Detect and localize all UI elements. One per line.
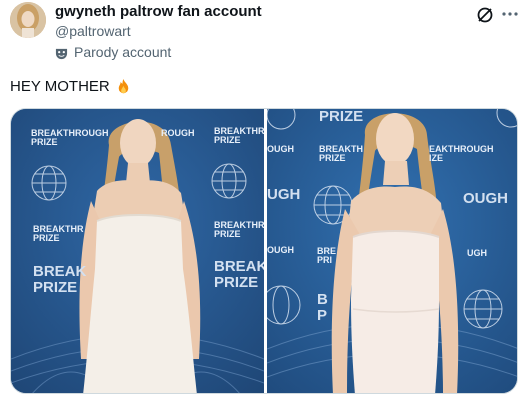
media-grid: BREAKTHROUGH PRIZE ROUGH BREAKTHROU PRIZ… [10,108,518,394]
backdrop-text: BREAK [33,263,87,280]
parody-mask-icon [55,46,68,59]
backdrop-text: PRIZE [319,109,364,125]
backdrop-text: B [317,291,328,308]
author-avatar[interactable] [10,2,46,38]
post-text: HEY MOTHER [10,77,133,97]
backdrop-text: OUGH [267,245,294,255]
parody-label-text: Parody account [74,44,172,60]
backdrop-text: OUGH [267,144,294,154]
photo-right[interactable]: PRIZE OUGH BREAKTH PRIZE EAKTHROUGH IZE … [267,109,517,393]
backdrop-text: PRIZE [33,233,60,243]
backdrop-text: PRIZE [214,274,259,291]
photo-left[interactable]: BREAKTHROUGH PRIZE ROUGH BREAKTHROU PRIZ… [11,109,264,393]
post: gwyneth paltrow fan account @paltrowart … [0,0,526,401]
backdrop-text: PRIZE [214,229,241,239]
backdrop-text: PRIZE [319,153,346,163]
backdrop-text: PRIZE [33,279,78,296]
photo-left-backdrop [11,109,264,393]
backdrop-text: PRIZE [31,137,58,147]
backdrop-text: ROUGH [161,128,195,138]
backdrop-text: PRI [317,255,333,265]
parody-label: Parody account [55,43,171,61]
post-text-content: HEY MOTHER [10,78,110,95]
more-options-icon[interactable] [500,4,520,24]
backdrop-text: IZE [429,153,444,163]
backdrop-text: PRIZE [214,135,241,145]
author-display-name[interactable]: gwyneth paltrow fan account [55,3,262,21]
backdrop-text: UGH [267,186,301,203]
fire-emoji-icon [114,78,133,97]
author-handle[interactable]: @paltrowart [55,22,131,40]
grok-icon[interactable] [476,6,494,24]
backdrop-text: BREAKT [214,258,264,275]
backdrop-text: OUGH [463,190,508,207]
backdrop-text: P [317,307,328,324]
backdrop-text: UGH [467,248,487,258]
